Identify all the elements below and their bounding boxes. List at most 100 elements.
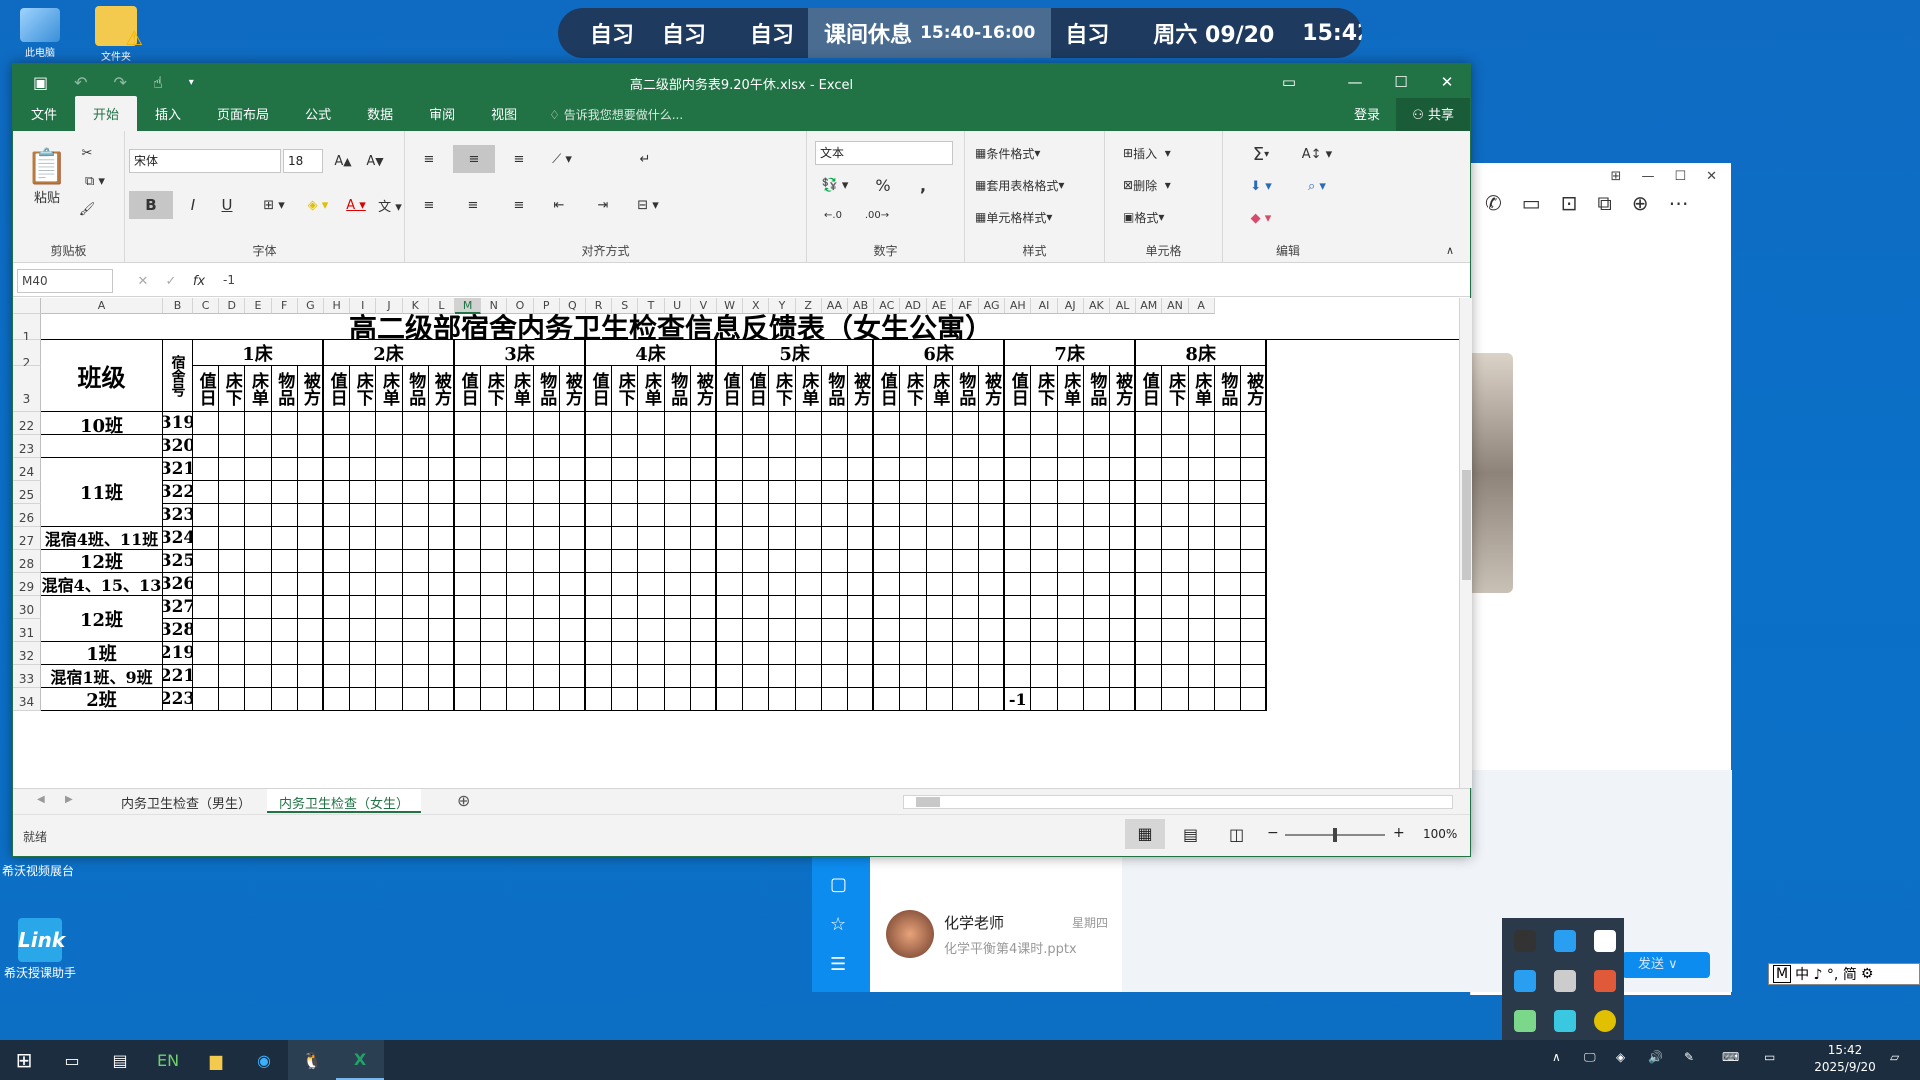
en-app-icon[interactable]: EN: [144, 1040, 192, 1080]
font-color-icon[interactable]: A ▾: [339, 191, 373, 219]
align-middle-icon[interactable]: ≡: [453, 145, 495, 173]
minimize-icon[interactable]: —: [1332, 64, 1378, 100]
add-icon[interactable]: ⊕: [1632, 191, 1649, 215]
qq-tray-icon[interactable]: [1514, 930, 1536, 952]
gear-icon[interactable]: ⚙: [1861, 966, 1874, 982]
green-tray-icon[interactable]: [1594, 1010, 1616, 1032]
keyboard-icon[interactable]: ⌨: [1722, 1050, 1739, 1064]
qq-icon[interactable]: 🐧: [288, 1040, 336, 1080]
font-size-select[interactable]: 18: [283, 149, 323, 173]
show-hidden-icons[interactable]: ∧: [1552, 1050, 1561, 1064]
tab-insert[interactable]: 插入: [137, 104, 199, 131]
task-view-icon[interactable]: ▭: [48, 1040, 96, 1080]
video-icon[interactable]: ▭: [1522, 191, 1541, 215]
zoom-out-icon[interactable]: −: [1267, 825, 1279, 841]
network-tray-icon[interactable]: [1554, 970, 1576, 992]
input-switch-icon[interactable]: ▭: [1764, 1050, 1775, 1064]
clear-icon[interactable]: ◆ ▾: [1239, 205, 1283, 231]
maximize-icon[interactable]: ☐: [1378, 64, 1424, 100]
phone-icon[interactable]: ✆: [1485, 191, 1502, 215]
find-icon[interactable]: ⌕ ▾: [1297, 173, 1337, 199]
volume-icon[interactable]: 🔊: [1648, 1050, 1663, 1064]
page-break-view-icon[interactable]: ◫: [1229, 825, 1244, 844]
tab-view[interactable]: 视图: [473, 104, 535, 131]
align-right-icon[interactable]: ≡: [505, 191, 533, 219]
formula-input[interactable]: -1: [219, 269, 1459, 293]
cancel-formula-icon[interactable]: ✕: [131, 269, 155, 293]
tab-review[interactable]: 审阅: [411, 104, 473, 131]
tab-page-layout[interactable]: 页面布局: [199, 104, 287, 131]
sheet-tab-female[interactable]: 内务卫生检查（女生）: [267, 789, 422, 813]
remote-icon[interactable]: ⧉: [1597, 191, 1611, 215]
scroll-thumb[interactable]: [1462, 470, 1471, 580]
tool-tray-icon[interactable]: [1554, 1010, 1576, 1032]
tab-data[interactable]: 数据: [349, 104, 411, 131]
desktop-icon-seewo-visualizer[interactable]: 希沃视频展台: [0, 862, 78, 879]
align-bottom-icon[interactable]: ≡: [505, 145, 533, 173]
sort-filter-icon[interactable]: A↕ ▾: [1297, 141, 1337, 167]
align-left-icon[interactable]: ≡: [415, 191, 443, 219]
app-tray-icon[interactable]: [1554, 930, 1576, 952]
copy-icon[interactable]: ⧉ ▾: [75, 169, 115, 193]
increase-indent-icon[interactable]: ⇥: [589, 191, 617, 219]
windows-start-icon[interactable]: ⊞: [0, 1040, 48, 1080]
autosum-button[interactable]: Σ ▾: [1239, 141, 1283, 167]
edge-icon[interactable]: ◉: [240, 1040, 288, 1080]
merge-center-icon[interactable]: ⊟ ▾: [627, 191, 669, 219]
comma-button[interactable]: ,: [911, 173, 935, 197]
decrease-decimal-icon[interactable]: .00→: [863, 203, 891, 227]
desktop-icon-seewo-link[interactable]: Link 希沃授课助手: [0, 918, 80, 981]
desktop-icon-this-pc[interactable]: 此电脑: [0, 8, 80, 59]
increase-decimal-icon[interactable]: ←.0: [819, 203, 847, 227]
tab-file[interactable]: 文件: [13, 104, 75, 131]
percent-button[interactable]: %: [871, 173, 895, 197]
pin-icon[interactable]: ⊞: [1611, 169, 1622, 185]
maximize-icon[interactable]: ☐: [1674, 169, 1686, 185]
font-name-select[interactable]: 宋体: [129, 149, 281, 173]
zoom-level[interactable]: 100%: [1423, 827, 1457, 841]
clock[interactable]: 15:42 2025/9/20: [1800, 1042, 1890, 1076]
login-link[interactable]: 登录: [1354, 104, 1380, 123]
underline-button[interactable]: U: [213, 191, 241, 219]
minimize-icon[interactable]: —: [1641, 169, 1654, 185]
close-icon[interactable]: ✕: [1424, 64, 1470, 100]
bookmark-icon[interactable]: ☆: [830, 914, 846, 935]
excel-icon[interactable]: X: [336, 1040, 384, 1080]
fill-color-icon[interactable]: ◈ ▾: [301, 191, 335, 219]
share-button[interactable]: ⚇ 共享: [1396, 98, 1470, 131]
folder-icon[interactable]: ▢: [830, 874, 847, 895]
app-icon[interactable]: ▤: [96, 1040, 144, 1080]
tab-scroll-left-icon[interactable]: ◀: [37, 794, 45, 805]
horizontal-scrollbar[interactable]: [903, 795, 1453, 809]
name-box[interactable]: M40: [17, 269, 113, 293]
grow-font-icon[interactable]: A ▲: [331, 149, 355, 173]
page-layout-view-icon[interactable]: ▤: [1183, 825, 1198, 844]
add-sheet-icon[interactable]: ⊕: [457, 791, 470, 810]
seewo-tray-icon[interactable]: [1514, 970, 1536, 992]
insert-function-icon[interactable]: fx: [187, 269, 211, 293]
sheet-tab-male[interactable]: 内务卫生检查（男生）: [121, 793, 251, 812]
network-icon[interactable]: 🖵: [1584, 1050, 1596, 1065]
format-painter-icon[interactable]: 🖌: [75, 197, 99, 221]
normal-view-icon[interactable]: ▦: [1125, 819, 1165, 849]
screen-share-icon[interactable]: ⊡: [1561, 191, 1578, 215]
fill-icon[interactable]: ⬇ ▾: [1239, 173, 1283, 199]
italic-button[interactable]: I: [179, 191, 207, 219]
bold-button[interactable]: B: [129, 191, 173, 219]
phonetic-icon[interactable]: 文 ▾: [375, 191, 405, 219]
delete-cells-button[interactable]: ⊠ 删除 ▾: [1123, 173, 1171, 197]
orientation-icon[interactable]: ⟋ ▾: [545, 145, 579, 173]
tell-me-box[interactable]: ♢ 告诉我您想要做什么...: [535, 106, 697, 131]
contact-item[interactable]: 化学老师 星期四 化学平衡第4课时.pptx: [886, 904, 1116, 964]
zoom-in-icon[interactable]: +: [1393, 825, 1405, 841]
wrap-text-icon[interactable]: ↵: [631, 145, 659, 173]
send-button[interactable]: 发送 ∨: [1622, 952, 1710, 978]
conditional-format-button[interactable]: ▦ 条件格式 ▾: [975, 141, 1040, 165]
menu-icon[interactable]: ☰: [830, 954, 846, 975]
shrink-font-icon[interactable]: A ▼: [363, 149, 387, 173]
cell-styles-button[interactable]: ▦ 单元格样式 ▾: [975, 205, 1052, 229]
desktop-icon-folder[interactable]: ⚠ 文件夹: [76, 6, 156, 63]
enter-formula-icon[interactable]: ✓: [159, 269, 183, 293]
chat-tray-icon[interactable]: [1514, 1010, 1536, 1032]
ribbon-display-icon[interactable]: ▭: [1266, 64, 1312, 100]
